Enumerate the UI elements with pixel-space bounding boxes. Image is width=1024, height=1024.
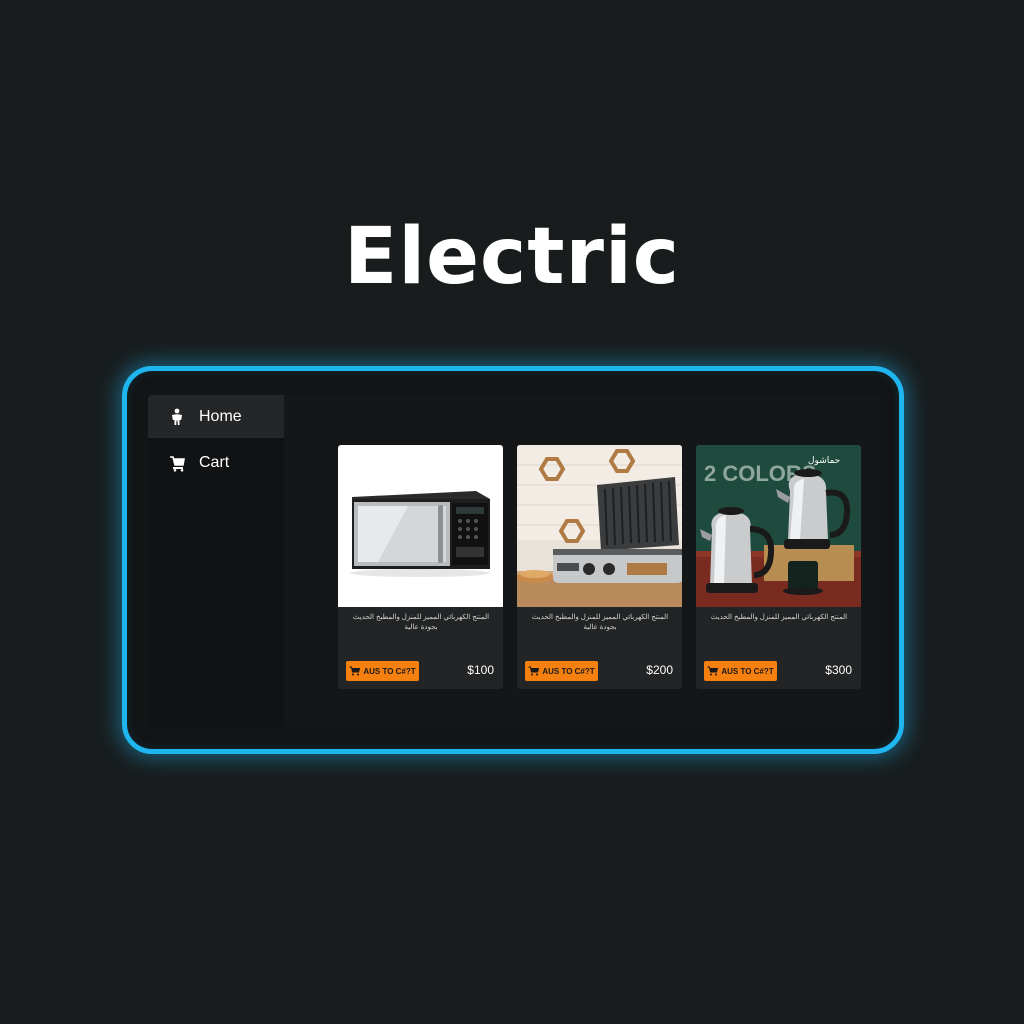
add-to-cart-button[interactable]: AUS TO C#?T (525, 661, 598, 681)
add-to-cart-button[interactable]: AUS TO C#?T (346, 661, 419, 681)
product-price: $200 (646, 663, 673, 677)
sidebar-item-label: Home (199, 407, 242, 425)
shopping-cart-icon (707, 666, 719, 676)
product-card[interactable]: ﺍﻟﻤﻨﺘﺞ ﺍﻟﻜﻬﺮﺑﺎﺋﻲ ﺍﻟﻤﻤﻴﺰ ﻟﻠﻤﻨﺰﻝ ﻭﺍﻟﻤﻄﺒﺦ ﺍ… (517, 445, 682, 689)
product-price: $100 (467, 663, 494, 677)
add-to-cart-label: AUS TO C#?T (721, 666, 774, 676)
product-description: ﺍﻟﻤﻨﺘﺞ ﺍﻟﻜﻬﺮﺑﺎﺋﻲ ﺍﻟﻤﻤﻴﺰ ﻟﻠﻤﻨﺰﻝ ﻭﺍﻟﻤﻄﺒﺦ ﺍ… (352, 614, 490, 631)
product-description: ﺍﻟﻤﻨﺘﺞ ﺍﻟﻜﻬﺮﺑﺎﺋﻲ ﺍﻟﻤﻤﻴﺰ ﻟﻠﻤﻨﺰﻝ ﻭﺍﻟﻤﻄﺒﺦ ﺍ… (531, 614, 669, 631)
app-frame: Home Cart ﺍﻟﻤﻨﺘﺞ ﺍﻟﻜﻬﺮﺑﺎﺋﻲ ﺍﻟﻤﻤﻴﺰ ﻟﻠﻤﻨﺰﻝ… (122, 366, 904, 754)
kettle-image: 2 COLORS حماشول (696, 445, 861, 607)
product-price: $300 (825, 663, 852, 677)
microwave-image (338, 445, 503, 607)
product-grid: ﺍﻟﻤﻨﺘﺞ ﺍﻟﻜﻬﺮﺑﺎﺋﻲ ﺍﻟﻤﻤﻴﺰ ﻟﻠﻤﻨﺰﻝ ﻭﺍﻟﻤﻄﺒﺦ ﺍ… (284, 395, 879, 727)
grill-image (517, 445, 682, 607)
product-card[interactable]: ﺍﻟﻤﻨﺘﺞ ﺍﻟﻜﻬﺮﺑﺎﺋﻲ ﺍﻟﻤﻤﻴﺰ ﻟﻠﻤﻨﺰﻝ ﻭﺍﻟﻤﻄﺒﺦ ﺍ… (338, 445, 503, 689)
page-title: Electric (344, 212, 680, 302)
add-to-cart-button[interactable]: AUS TO C#?T (704, 661, 777, 681)
app-window: Home Cart ﺍﻟﻤﻨﺘﺞ ﺍﻟﻜﻬﺮﺑﺎﺋﻲ ﺍﻟﻤﻤﻴﺰ ﻟﻠﻤﻨﺰﻝ… (148, 395, 879, 727)
shopping-cart-icon (528, 666, 540, 676)
sidebar-item-home[interactable]: Home (148, 395, 284, 438)
product-description: ﺍﻟﻤﻨﺘﺞ ﺍﻟﻜﻬﺮﺑﺎﺋﻲ ﺍﻟﻤﻤﻴﺰ ﻟﻠﻤﻨﺰﻝ ﻭﺍﻟﻤﻄﺒﺦ ﺍ… (710, 614, 848, 621)
add-to-cart-label: AUS TO C#?T (542, 666, 595, 676)
person-icon (168, 408, 186, 426)
product-card[interactable]: 2 COLORS حماشول ﺍﻟﻤﻨﺘﺞ ﺍﻟﻜﻬﺮﺑﺎﺋﻲ ﺍﻟﻤﻤﻴﺰ … (696, 445, 861, 689)
image-brand: حماشول (808, 456, 840, 466)
sidebar-item-cart[interactable]: Cart (148, 441, 284, 484)
sidebar: Home Cart (148, 395, 284, 727)
shopping-cart-icon (168, 454, 186, 472)
sidebar-item-label: Cart (199, 453, 230, 471)
add-to-cart-label: AUS TO C#?T (363, 666, 416, 676)
shopping-cart-icon (349, 666, 361, 676)
